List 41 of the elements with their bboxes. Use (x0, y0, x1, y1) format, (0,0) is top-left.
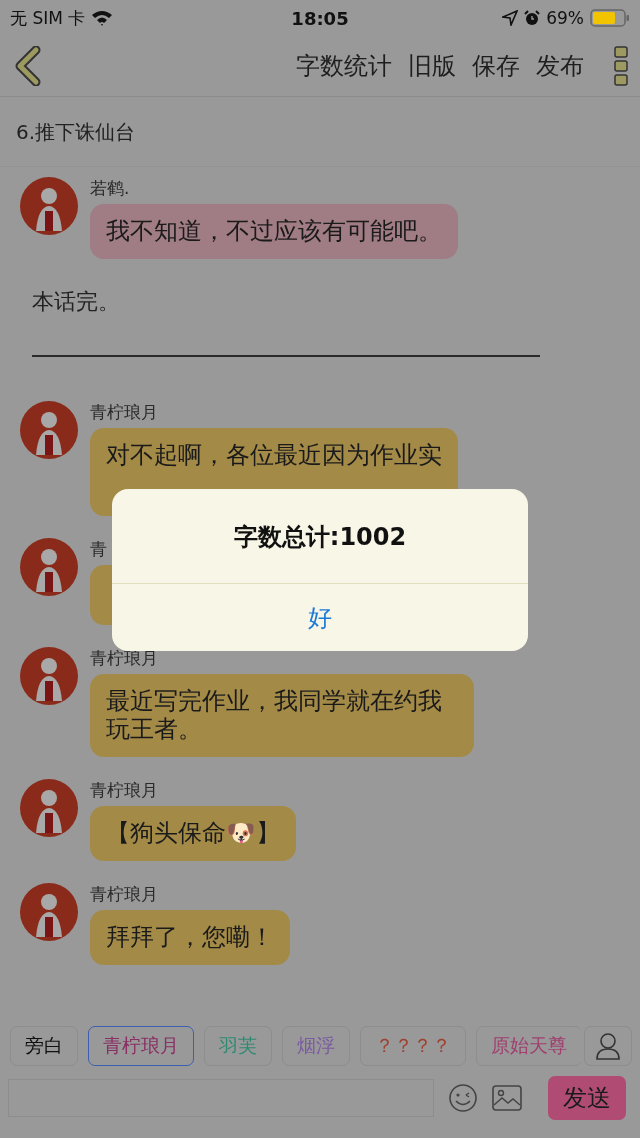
avatar-icon (20, 779, 78, 838)
back-icon[interactable] (14, 46, 42, 86)
nav-action[interactable]: 旧版 (408, 50, 456, 82)
sender-name: 青柠琅月 (90, 779, 158, 802)
sender-name: 青柠琅月 (90, 400, 158, 423)
location-icon (502, 10, 519, 26)
role-chip[interactable]: ？？？？ (360, 1026, 466, 1066)
avatar-icon (20, 883, 78, 941)
message-bubble: 【狗头保命🐶】 (90, 806, 296, 861)
message-bubble: 最近写完作业，我同学就在约我玩王者。 (90, 673, 474, 758)
sender-name: 青 (90, 537, 107, 560)
ok-button[interactable]: 好 (112, 583, 528, 651)
avatar-icon (20, 177, 78, 235)
battery-icon (590, 9, 630, 27)
message-bubble: 我不知道，不过应该有可能吧。 (90, 204, 458, 259)
avatar-icon (20, 646, 78, 705)
chapter-title: 6.推下诛仙台 (0, 97, 640, 167)
nav-action[interactable]: 发布 (536, 50, 584, 82)
alarm-icon (524, 10, 541, 26)
person-icon (595, 1032, 621, 1060)
narration-text: 本话完。 (31, 287, 121, 316)
menu-icon[interactable] (614, 46, 628, 86)
alert-title: 字数总计:1002 (232, 522, 408, 553)
role-chip[interactable]: 旁白 (10, 1026, 78, 1066)
message-bubble: 拜拜了，您嘞！ (90, 910, 290, 965)
avatar-icon (20, 400, 78, 459)
battery-percent: 69% (546, 8, 584, 28)
carrier-text: 无 SIM 卡 (10, 6, 86, 30)
nav-action[interactable]: 字数统计 (296, 50, 392, 82)
send-button[interactable]: 发送 (548, 1076, 626, 1120)
sender-name: 若鹤. (90, 177, 130, 199)
role-chip[interactable]: 原始天尊 (476, 1026, 580, 1066)
profile-button[interactable] (584, 1026, 632, 1066)
avatar-icon (20, 537, 78, 596)
sender-name: 青柠琅月 (90, 883, 158, 905)
wifi-icon (91, 10, 114, 26)
role-chip[interactable]: 青柠琅月 (88, 1026, 194, 1066)
image-icon[interactable] (492, 1085, 522, 1111)
emoji-icon[interactable] (448, 1083, 478, 1113)
status-time: 18:05 (291, 7, 349, 29)
nav-action[interactable]: 保存 (472, 50, 520, 82)
